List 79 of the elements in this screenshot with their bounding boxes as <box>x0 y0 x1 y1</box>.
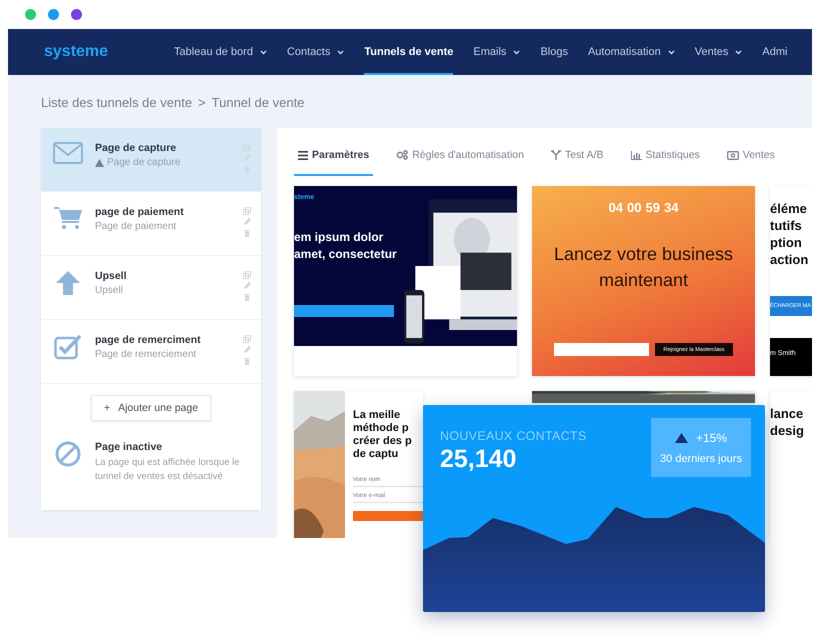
nav-item[interactable]: Ventes <box>694 29 742 75</box>
template-headline: amet, consectetur <box>294 246 398 263</box>
template-headline: lance <box>770 405 804 422</box>
nav-item[interactable]: Contacts <box>286 29 344 75</box>
add-page-button[interactable]: + Ajouter une page <box>90 395 212 421</box>
trash-icon[interactable] <box>243 293 251 301</box>
template-thumbnail[interactable]: lance desig <box>770 391 812 538</box>
funnel-step[interactable]: page de remerciment Page de remerciement <box>41 320 261 384</box>
step-title: page de remerciment <box>95 334 202 346</box>
change-percent: +15% <box>696 430 728 444</box>
step-title: Page de capture <box>95 142 178 154</box>
step-title: Page inactive <box>95 441 164 453</box>
template-headline: desig <box>770 422 805 439</box>
period-label: 30 derniers jours <box>660 452 742 464</box>
copy-icon[interactable] <box>243 143 251 151</box>
contact-count: 25,140 <box>440 445 516 474</box>
step-title: page de paiement <box>95 206 185 218</box>
nav-item[interactable]: Admi <box>762 29 788 75</box>
trash-icon[interactable] <box>243 165 251 173</box>
countdown-digits: 00 <box>627 200 642 215</box>
disabled-icon <box>55 441 81 467</box>
cart-icon <box>54 206 82 230</box>
trash-icon[interactable] <box>243 357 251 365</box>
menu-icon <box>298 150 308 160</box>
tab[interactable]: Ventes <box>722 136 779 176</box>
template-headline: action <box>770 251 810 268</box>
split-icon <box>550 150 561 160</box>
breadcrumb-separator: > <box>198 95 206 112</box>
step-subtitle: Page de paiement <box>95 221 176 232</box>
step-subtitle: Page de capture <box>107 157 180 168</box>
nav-item[interactable]: Automatisation <box>588 29 675 75</box>
nav-item[interactable]: Emails <box>473 29 520 75</box>
step-subtitle: Page de remerciement <box>95 349 196 360</box>
template-headline: em ipsum dolor <box>294 229 384 246</box>
template-headline: La meille <box>353 409 400 422</box>
bar-chart-icon <box>630 150 642 160</box>
template-headline: tutifs <box>770 217 803 234</box>
funnel-step[interactable]: page de paiement Page de paiement <box>41 192 261 256</box>
card-title: NOUVEAUX CONTACTS <box>440 429 587 443</box>
step-description: La page qui est affichée lorsque le tunnel de ventes est désactivé <box>95 456 241 484</box>
tab[interactable]: Règles d'automatisation <box>392 136 528 176</box>
template-button <box>353 511 423 521</box>
breadcrumb-link[interactable]: Liste des tunnels de vente <box>41 95 192 128</box>
window-dot[interactable] <box>48 9 59 20</box>
logo[interactable]: systeme <box>44 43 108 61</box>
edit-icon[interactable] <box>243 218 251 226</box>
breadcrumb-current: Tunnel de vente <box>212 95 304 112</box>
template-headline: méthode p <box>353 422 409 435</box>
checkbox-icon <box>54 334 82 360</box>
window-dot[interactable] <box>25 9 36 20</box>
gears-icon <box>396 150 408 160</box>
trash-icon[interactable] <box>243 229 251 237</box>
copy-icon[interactable] <box>243 335 251 343</box>
tab[interactable]: Test A/B <box>546 136 608 176</box>
template-headline: de captu <box>353 448 398 461</box>
template-headline: éléme <box>770 200 808 217</box>
nav-item[interactable]: Tableau de bord <box>174 29 267 75</box>
edit-icon[interactable] <box>243 346 251 354</box>
up-arrow-icon <box>55 270 81 296</box>
funnel-step[interactable]: Upsell Upsell <box>41 256 261 320</box>
edit-icon[interactable] <box>243 282 251 290</box>
step-title: Upsell <box>95 270 128 282</box>
funnel-step[interactable]: Page de capture Page de capture <box>41 128 261 192</box>
countdown-digits: 34 <box>664 200 678 215</box>
tab[interactable]: Statistiques <box>626 136 704 176</box>
copy-icon[interactable] <box>243 271 251 279</box>
template-headline: créer des p <box>353 435 412 448</box>
nav-item[interactable]: Blogs <box>540 29 568 75</box>
countdown-digits: 59 <box>646 200 660 215</box>
envelope-icon <box>53 142 83 164</box>
step-subtitle: Upsell <box>95 285 123 296</box>
copy-icon[interactable] <box>243 207 251 215</box>
tab[interactable]: Paramètres <box>294 136 374 176</box>
window-dot[interactable] <box>71 9 82 20</box>
template-headline: ption <box>770 234 803 251</box>
banknote-icon <box>726 150 739 160</box>
countdown-digits: 04 <box>608 200 624 215</box>
edit-icon[interactable] <box>243 154 251 162</box>
template-headline: Lancez votre business maintenant <box>552 243 734 292</box>
